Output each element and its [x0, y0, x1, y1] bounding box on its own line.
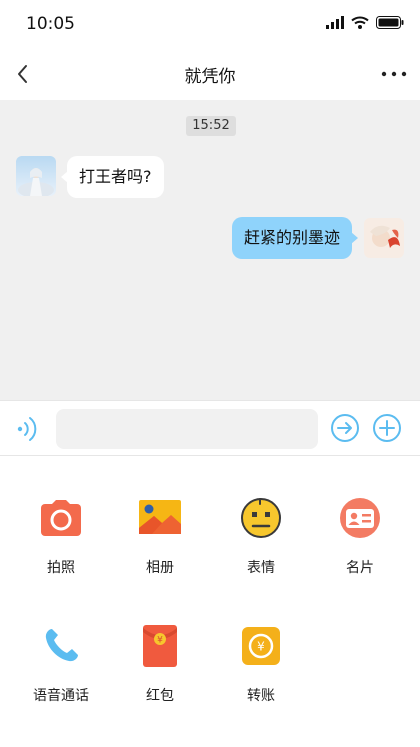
- svg-text:¥: ¥: [157, 636, 163, 646]
- emoji-icon: [241, 498, 281, 538]
- status-bar: 10:05: [0, 0, 420, 48]
- panel-label-album: 相册: [146, 560, 174, 576]
- contact-card-icon: [340, 498, 380, 538]
- panel-item-emoji[interactable]: 表情: [211, 496, 311, 577]
- panel-item-camera[interactable]: 拍照: [11, 496, 111, 577]
- panel-item-red-packet[interactable]: ¥ 红包: [110, 624, 210, 705]
- svg-text:¥: ¥: [257, 640, 265, 654]
- phone-icon: [45, 629, 78, 662]
- panel-item-album[interactable]: 相册: [110, 496, 210, 577]
- outgoing-message-bubble[interactable]: 赶紧的别墨迹: [232, 217, 359, 259]
- panel-label-contact-card: 名片: [346, 560, 374, 576]
- panel-label-voice-call: 语音通话: [33, 688, 89, 704]
- panel-item-transfer[interactable]: ¥ 转账: [211, 624, 311, 705]
- chat-title: 就凭你: [184, 67, 236, 87]
- nav-bar: 就凭你: [0, 48, 420, 100]
- panel-item-contact-card[interactable]: 名片: [310, 496, 410, 577]
- wifi-icon: [351, 16, 369, 29]
- status-time: 10:05: [26, 14, 75, 34]
- plus-icon[interactable]: [372, 413, 402, 443]
- send-arrow-icon[interactable]: [330, 413, 360, 443]
- function-panel: 拍照 相册 表情 名片 语音通话 ¥ 红包 ¥ 转账: [0, 456, 420, 747]
- incoming-message-bubble[interactable]: 打王者吗?: [61, 156, 164, 198]
- message-input[interactable]: [56, 409, 318, 449]
- signal-icon: [326, 16, 344, 29]
- voice-input-icon[interactable]: [14, 414, 42, 444]
- panel-label-camera: 拍照: [47, 560, 75, 576]
- battery-icon: [376, 16, 404, 29]
- my-avatar[interactable]: [364, 218, 404, 258]
- status-icons: [326, 16, 404, 29]
- input-bar: [0, 400, 420, 456]
- camera-icon: [41, 500, 81, 536]
- my-avatar-image: [364, 218, 404, 258]
- panel-label-transfer: 转账: [247, 688, 275, 704]
- panel-label-emoji: 表情: [247, 560, 275, 576]
- red-packet-icon: ¥: [143, 625, 177, 667]
- panel-label-red-packet: 红包: [146, 688, 174, 704]
- album-icon: [139, 500, 181, 534]
- panel-item-voice-call[interactable]: 语音通话: [11, 624, 111, 705]
- contact-avatar[interactable]: [16, 156, 56, 196]
- chat-area[interactable]: 15:52 打王者吗? 赶紧的别墨迹: [0, 100, 420, 400]
- message-timestamp: 15:52: [186, 116, 236, 136]
- transfer-icon: ¥: [242, 627, 280, 665]
- contact-avatar-image: [16, 156, 56, 196]
- more-options-icon[interactable]: [380, 66, 408, 82]
